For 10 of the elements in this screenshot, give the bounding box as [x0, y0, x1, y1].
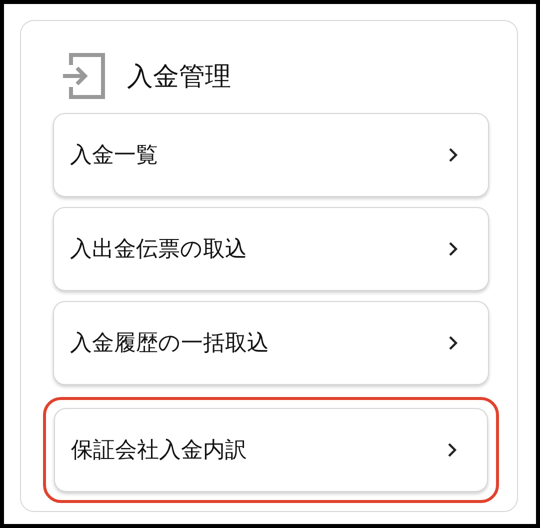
- sign-in-icon: [63, 53, 105, 99]
- menu-item[interactable]: 保証会社入金内訳: [54, 408, 488, 492]
- panel-title: 入金管理: [127, 60, 231, 94]
- chevron-right-icon: [448, 241, 458, 257]
- menu-item[interactable]: 入金一覧: [53, 113, 489, 197]
- chevron-right-icon: [448, 335, 458, 351]
- menu-item[interactable]: 入出金伝票の取込: [53, 207, 489, 291]
- chevron-right-icon: [447, 442, 457, 458]
- menu-item[interactable]: 入金履歴の一括取込: [53, 301, 489, 385]
- chevron-right-icon: [448, 147, 458, 163]
